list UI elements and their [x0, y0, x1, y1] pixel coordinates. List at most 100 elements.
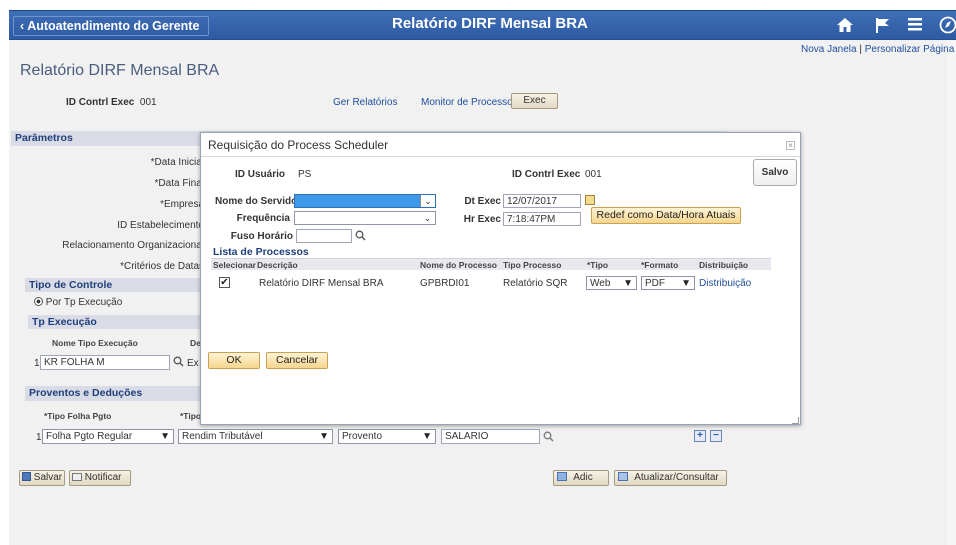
modal-run-control-value: 001	[585, 169, 602, 180]
report-manager-link[interactable]: Ger Relatórios	[333, 97, 397, 108]
flag-icon[interactable]	[874, 16, 892, 38]
earning-kind-select[interactable]: Provento ▼	[338, 429, 436, 444]
select-col: Selecionar	[213, 260, 256, 270]
process-monitor-link[interactable]: Monitor de Processos	[421, 97, 518, 108]
chevron-down-icon: ▼	[319, 431, 329, 442]
page-title: Relatório DIRF Mensal BRA	[20, 62, 220, 79]
saved-button[interactable]: Salvo	[753, 159, 797, 186]
lookup-icon[interactable]	[355, 230, 366, 244]
calendar-icon[interactable]	[585, 195, 595, 205]
navbar-icon[interactable]	[939, 16, 956, 38]
run-type-grid-header: Tp Execução	[28, 315, 200, 329]
resize-handle-icon[interactable]	[792, 417, 799, 424]
page-header-title: Relatório DIRF Mensal BRA	[392, 15, 588, 32]
end-date-label: *Data Final	[154, 178, 204, 189]
process-description: Relatório DIRF Mensal BRA	[259, 278, 384, 289]
date-criteria-label: *Critérios de Datas	[120, 261, 204, 272]
radio-selected-icon	[34, 297, 43, 306]
header-links: Nova Janela | Personalizar Página	[801, 44, 956, 55]
back-button-label: Autoatendimento do Gerente	[27, 19, 200, 33]
start-date-label: *Data Inicial	[150, 157, 204, 168]
run-time-input[interactable]: 7:18:47PM	[503, 212, 581, 226]
earning-code-input[interactable]: SALARIO	[441, 429, 540, 444]
add-icon	[557, 472, 567, 481]
run-date-input[interactable]: 12/07/2017	[503, 194, 581, 208]
run-control-label: ID Contrl Exec 001	[66, 97, 157, 108]
notify-icon	[72, 473, 82, 481]
add-row-button[interactable]: +	[694, 430, 706, 442]
output-type-select[interactable]: Web ▼	[586, 276, 637, 290]
description-col: Descrição	[257, 260, 298, 270]
close-icon[interactable]: ×	[786, 141, 795, 150]
time-zone-label: Fuso Horário	[230, 231, 293, 242]
save-button[interactable]: Salvar	[19, 470, 65, 486]
notify-button[interactable]: Notificar	[69, 470, 131, 486]
add-label: Adic	[573, 472, 593, 483]
lookup-icon[interactable]	[173, 356, 184, 370]
chevron-down-icon: ▼	[681, 278, 691, 289]
home-icon[interactable]	[836, 16, 854, 38]
chevron-down-icon: ⌄	[420, 195, 435, 207]
format-col: *Formato	[641, 260, 679, 270]
personalize-page-link[interactable]: Personalizar Página	[865, 44, 955, 55]
user-id-label: ID Usuário	[235, 169, 286, 180]
server-name-select[interactable]: ⌄	[294, 194, 436, 208]
earnings-header: Proventos e Deduções	[25, 386, 200, 401]
output-format-select[interactable]: PDF ▼	[641, 276, 695, 290]
save-label: Salvar	[33, 472, 63, 483]
process-list-title: Lista de Processos	[213, 246, 309, 258]
recurrence-label: Frequência	[236, 213, 290, 224]
ok-button[interactable]: OK	[208, 352, 260, 369]
process-name: GPBRDI01	[420, 278, 470, 289]
run-type-name-col: Nome Tipo Execução	[52, 338, 138, 348]
distribution-link[interactable]: Distribuição	[699, 278, 751, 289]
type-col: *Tipo	[180, 411, 202, 421]
company-label: *Empresa	[160, 199, 204, 210]
radio-label: Por Tp Execução	[45, 297, 123, 308]
row-number: 1	[34, 358, 40, 369]
cancel-button[interactable]: Cancelar	[266, 352, 328, 369]
server-name-label: Nome do Servidor	[215, 196, 302, 207]
modal-title: Requisição do Process Scheduler	[201, 133, 800, 157]
save-icon	[22, 472, 31, 481]
process-scheduler-modal: Requisição do Process Scheduler × ID Usu…	[200, 132, 801, 425]
lookup-icon[interactable]	[543, 431, 554, 445]
update-icon	[618, 472, 628, 481]
top-navigation-bar: ‹ Autoatendimento do Gerente Relatório D…	[9, 10, 956, 40]
run-date-label: Dt Exec	[464, 196, 501, 207]
chevron-down-icon: ▼	[160, 431, 170, 442]
recurrence-select[interactable]: ⌄	[294, 211, 436, 225]
by-run-type-radio[interactable]: Por Tp Execução	[34, 297, 122, 308]
chevron-down-icon: ▼	[623, 278, 633, 289]
process-name-col: Nome do Processo	[420, 260, 497, 270]
process-type: Relatório SQR	[503, 278, 568, 289]
control-type-header: Tipo de Controle	[25, 278, 200, 292]
payroll-type-col: *Tipo Folha Pgto	[44, 411, 112, 421]
chevron-left-icon: ‹	[20, 19, 25, 33]
process-type-col: Tipo Processo	[503, 260, 562, 270]
delete-row-button[interactable]: −	[710, 430, 722, 442]
update-display-button[interactable]: Atualizar/Consultar	[614, 470, 727, 486]
exec-button[interactable]: Exec	[511, 93, 558, 109]
type-col: *Tipo	[587, 260, 609, 270]
user-id-value: PS	[298, 169, 312, 180]
distribution-col: Distribuição	[699, 260, 749, 270]
add-button[interactable]: Adic	[553, 470, 609, 486]
notify-label: Notificar	[84, 472, 122, 483]
update-label: Atualizar/Consultar	[634, 472, 719, 483]
time-zone-input[interactable]	[296, 229, 352, 243]
new-window-link[interactable]: Nova Janela	[801, 44, 857, 55]
establishment-label: ID Estabelecimento	[117, 220, 204, 231]
run-type-input[interactable]: KR FOLHA M	[40, 355, 170, 370]
menu-icon[interactable]	[907, 16, 923, 36]
reset-date-time-button[interactable]: Redef como Data/Hora Atuais	[591, 207, 741, 224]
earnings-row-number: 1	[36, 432, 42, 443]
chevron-down-icon: ⌄	[423, 213, 432, 223]
back-button[interactable]: ‹ Autoatendimento do Gerente	[13, 16, 209, 36]
payroll-type-select[interactable]: Folha Pgto Regular ▼	[42, 429, 174, 444]
select-checkbox[interactable]: ✔	[219, 277, 230, 288]
org-relationship-label: Relacionamento Organizacional	[62, 240, 204, 251]
type-select[interactable]: Rendim Tributável ▼	[178, 429, 333, 444]
chevron-down-icon: ▼	[422, 431, 432, 442]
run-type-desc: Ex	[187, 358, 199, 369]
